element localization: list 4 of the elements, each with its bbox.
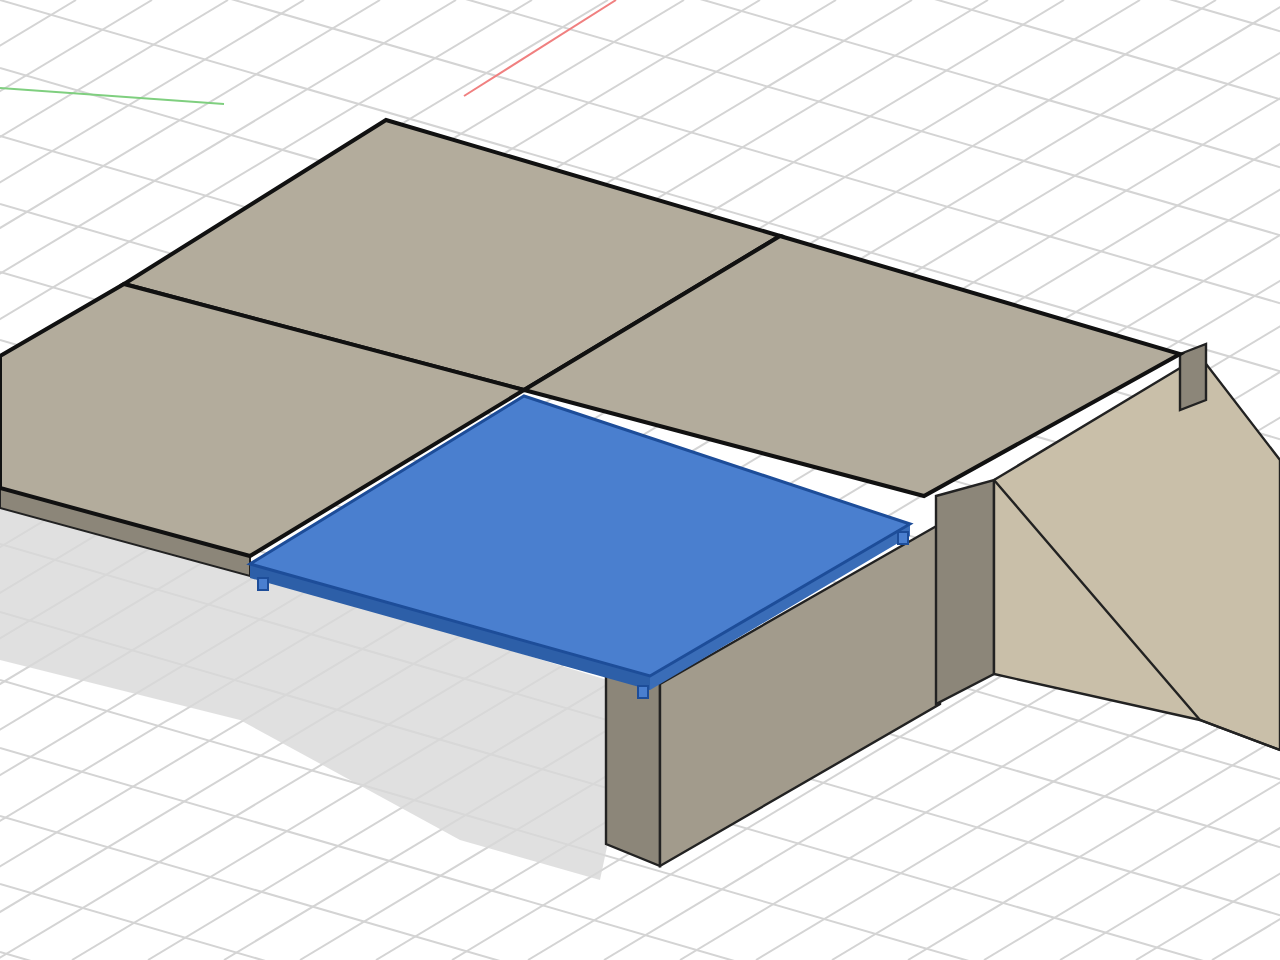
floor-panel[interactable] — [246, 394, 914, 699]
floor-panel[interactable] — [518, 233, 1186, 499]
floor-panel[interactable] — [0, 281, 530, 559]
floor-panel[interactable] — [119, 117, 785, 393]
